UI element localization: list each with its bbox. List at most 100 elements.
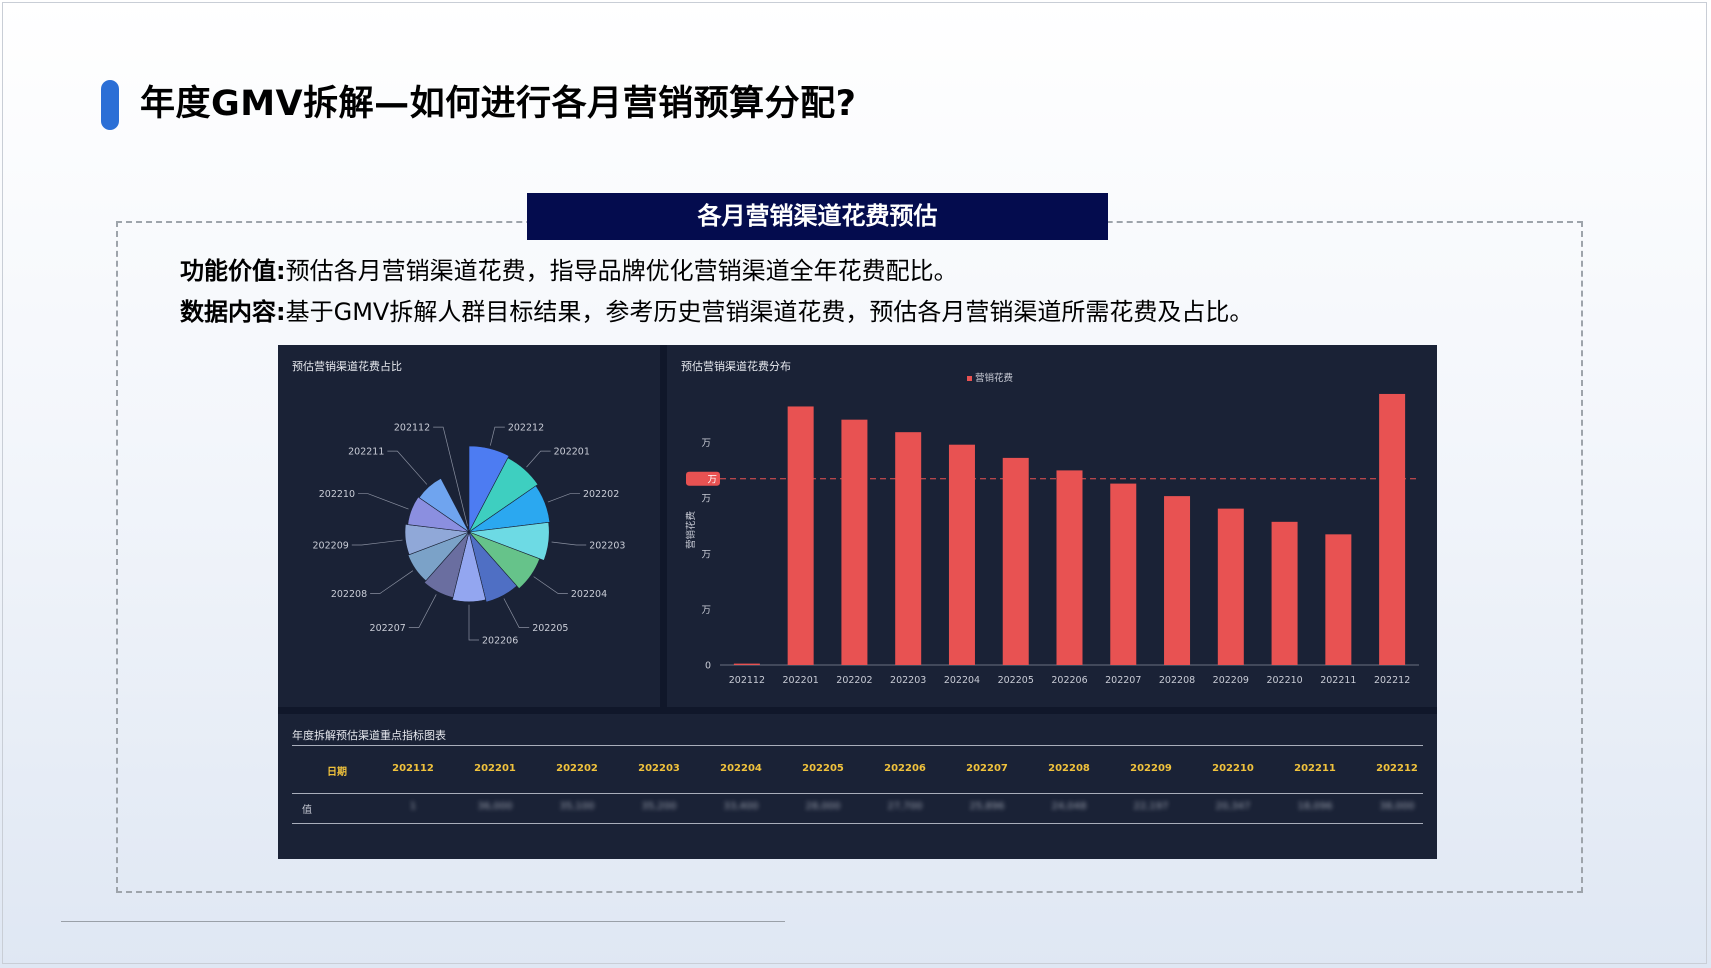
pie-leader-line — [387, 450, 428, 485]
table-value-cell: 35,100 — [559, 801, 595, 812]
pie-leader-line — [370, 570, 414, 594]
pie-slice-label: 202210 — [319, 489, 355, 500]
table-value-cell: 36,000 — [477, 801, 513, 812]
table-value-cell: 18,096 — [1297, 801, 1333, 812]
pie-leader-line — [489, 426, 505, 446]
table-value-cell: 24,048 — [1051, 801, 1087, 812]
table-header-rule — [292, 793, 1423, 794]
pie-slice-label: 202203 — [589, 541, 625, 552]
table-header-cell: 202204 — [720, 763, 762, 774]
content-description: 数据内容:基于GMV拆解人群目标结果，参考历史营销渠道花费，预估各月营销渠道所需… — [180, 296, 1253, 328]
table-header-cell: 202210 — [1212, 763, 1254, 774]
x-tick-label: 202208 — [1159, 675, 1195, 686]
footer-rule — [61, 921, 785, 922]
legend-swatch — [967, 376, 972, 381]
y-tick-label: 万 — [701, 605, 711, 616]
table-value-cell: 35,200 — [641, 801, 677, 812]
pie-leader-line — [468, 604, 479, 641]
pie-slice-label: 202209 — [313, 541, 349, 552]
table-value-cell: 22,197 — [1133, 801, 1169, 812]
table-value-cell: 38,000 — [1379, 801, 1415, 812]
table-header-cell: 202205 — [802, 763, 844, 774]
table-header-label: 日期 — [327, 767, 347, 778]
pie-leader-line — [408, 594, 437, 628]
reference-label: 万 — [707, 475, 717, 486]
legend-label: 营销花费 — [975, 372, 1013, 384]
table-panel-title: 年度拆解预估渠道重点指标图表 — [292, 729, 446, 742]
x-tick-label: 202210 — [1266, 675, 1302, 686]
table-value-cell: 20,347 — [1215, 801, 1251, 812]
x-tick-label: 202207 — [1105, 675, 1141, 686]
bar — [1110, 483, 1137, 665]
bar — [1271, 521, 1298, 665]
bar — [1325, 534, 1352, 665]
x-tick-label: 202206 — [1051, 675, 1087, 686]
dashboard-screenshot: 预估营销渠道花费占比 预估营销渠道花费分布 年度拆解预估渠道重点指标图表 202… — [278, 345, 1437, 859]
pie-leader-line — [503, 598, 530, 628]
table-value-cell: 25,896 — [969, 801, 1005, 812]
table-header-cell: 202203 — [638, 763, 680, 774]
pie-slice-label: 202112 — [394, 423, 430, 434]
pie-slice-label: 202201 — [554, 447, 590, 458]
y-tick-label: 0 — [705, 661, 711, 672]
bar — [1056, 470, 1083, 665]
x-tick-label: 202201 — [783, 675, 819, 686]
bar — [1217, 508, 1244, 665]
table-row-label: 值 — [302, 805, 312, 816]
table-value-cell: 33,400 — [723, 801, 759, 812]
x-tick-label: 202112 — [729, 675, 765, 686]
bar — [895, 432, 922, 665]
bar — [1164, 496, 1191, 665]
bar — [1379, 393, 1406, 665]
section-banner: 各月营销渠道花费预估 — [527, 193, 1108, 240]
pie-slice-label: 202208 — [331, 589, 367, 600]
pie-slice-label: 202211 — [348, 447, 384, 458]
bar — [733, 663, 760, 665]
table-header-cell: 202206 — [884, 763, 926, 774]
bar — [787, 406, 814, 665]
pie-slice-label: 202212 — [508, 423, 544, 434]
table-header-cell: 202202 — [556, 763, 598, 774]
x-tick-label: 202204 — [944, 675, 980, 686]
bar — [948, 444, 975, 665]
table-header-cell: 202112 — [392, 763, 434, 774]
table-value-cell: 28,000 — [805, 801, 841, 812]
pie-leader-line — [358, 493, 409, 510]
x-tick-label: 202209 — [1213, 675, 1249, 686]
pie-leader-line — [533, 576, 568, 594]
table-value-cell: 27,700 — [887, 801, 923, 812]
rose-pie-chart: 202212 202201 202202 202203 202204 202205 2022… — [313, 423, 626, 647]
table-header-cell: 202208 — [1048, 763, 1090, 774]
pie-slice-label: 202207 — [370, 623, 406, 634]
table-header-cell: 202209 — [1130, 763, 1172, 774]
x-tick-label: 202202 — [836, 675, 872, 686]
bar-chart: 营销花费营销花费0万万万万202112 202201 202202 202203 202… — [685, 372, 1419, 686]
pie-slice-label: 202206 — [482, 636, 518, 647]
bar — [1002, 457, 1029, 665]
pie-leader-line — [547, 493, 580, 503]
bar — [841, 419, 868, 665]
value-description: 功能价值:预估各月营销渠道花费，指导品牌优化营销渠道全年花费配比。 — [180, 255, 958, 287]
x-tick-label: 202203 — [890, 675, 926, 686]
value-text: 预估各月营销渠道花费，指导品牌优化营销渠道全年花费配比。 — [285, 257, 958, 285]
pie-slice-label: 202202 — [583, 489, 619, 500]
y-tick-label: 万 — [701, 494, 711, 505]
table-header-cell: 202211 — [1294, 763, 1336, 774]
table-top-rule — [292, 745, 1423, 746]
slide-title: 年度GMV拆解—如何进行各月营销预算分配? — [140, 84, 857, 124]
y-tick-label: 万 — [701, 549, 711, 560]
x-tick-label: 202211 — [1320, 675, 1356, 686]
y-tick-label: 万 — [701, 438, 711, 449]
panel-divider-vertical — [660, 345, 667, 707]
table-header-cell: 202212 — [1376, 763, 1418, 774]
pie-leader-line — [526, 450, 551, 468]
x-tick-label: 202212 — [1374, 675, 1410, 686]
table-header-cell: 202207 — [966, 763, 1008, 774]
panel-divider-horizontal — [278, 707, 1437, 714]
pie-leader-line — [351, 539, 403, 546]
pie-leader-line — [551, 541, 587, 546]
table-header-cell: 202201 — [474, 763, 516, 774]
pie-slice-label: 202204 — [571, 589, 607, 600]
value-label: 功能价值: — [180, 257, 286, 285]
x-tick-label: 202205 — [998, 675, 1034, 686]
